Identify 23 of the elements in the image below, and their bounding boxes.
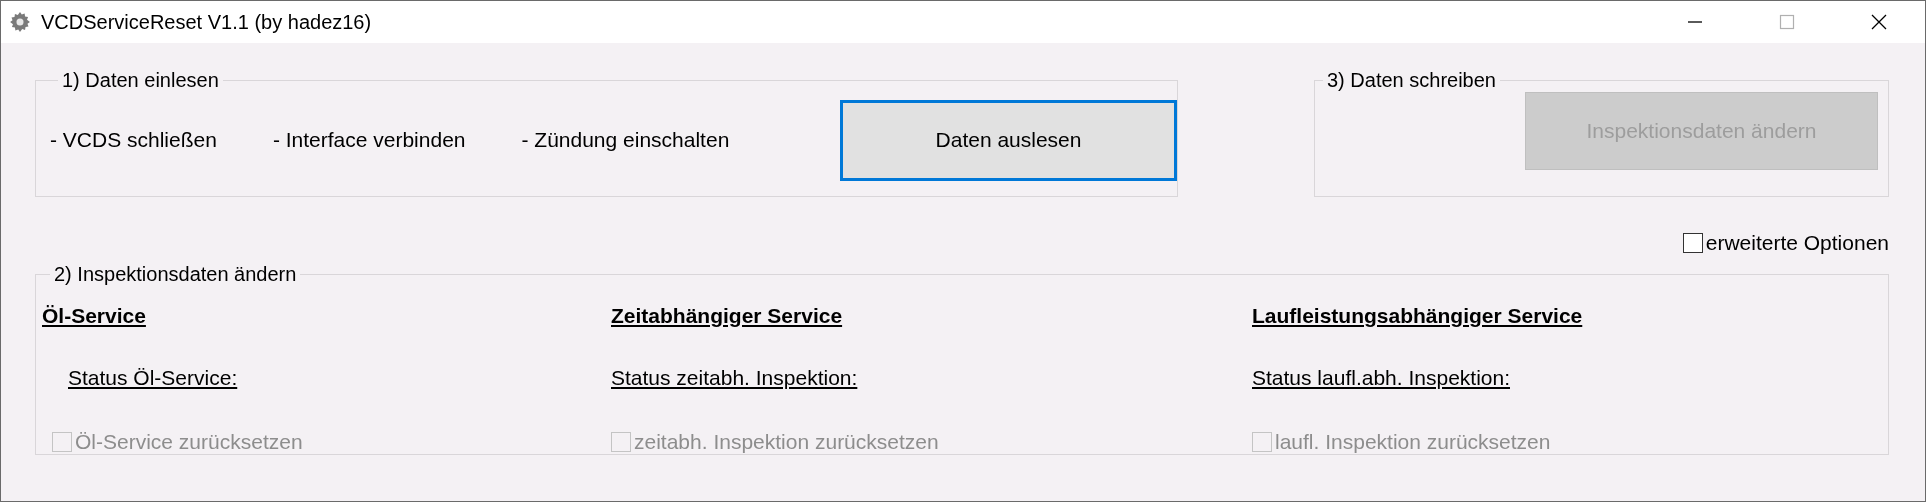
checkbox-label: laufl. Inspektion zurücksetzen xyxy=(1275,430,1551,454)
group-title: 2) Inspektionsdaten ändern xyxy=(53,263,298,286)
window-title: VCDServiceReset V1.1 (by hadez16) xyxy=(41,10,372,34)
checkbox-label: Öl-Service zurücksetzen xyxy=(75,430,303,454)
minimize-icon xyxy=(1688,21,1702,23)
read-data-button[interactable]: Daten auslesen xyxy=(840,99,1177,181)
maximize-icon xyxy=(1777,12,1797,32)
section-heading: Zeitabhängiger Service xyxy=(611,304,843,328)
section-heading: Öl-Service xyxy=(42,304,146,328)
close-icon xyxy=(1869,12,1889,32)
step-label: - Interface verbinden xyxy=(272,128,466,152)
checkbox[interactable] xyxy=(1682,233,1703,253)
checkbox-label: zeitabh. Inspektion zurücksetzen xyxy=(634,430,939,454)
checkbox-label: erweiterte Optionen xyxy=(1705,231,1889,255)
status-label: Status laufl.abh. Inspektion: xyxy=(1252,366,1510,390)
step-label: - VCDS schließen xyxy=(50,128,217,152)
status-label: Status zeitabh. Inspektion: xyxy=(611,366,858,390)
group-title: 3) Daten schreiben xyxy=(1326,69,1497,92)
status-label: Status Öl-Service: xyxy=(68,366,238,390)
gear-icon xyxy=(9,11,31,33)
step-label: - Zündung einschalten xyxy=(521,128,730,152)
group-title: 1) Daten einlesen xyxy=(61,69,220,92)
section-heading: Laufleistungsabhängiger Service xyxy=(1252,304,1583,328)
